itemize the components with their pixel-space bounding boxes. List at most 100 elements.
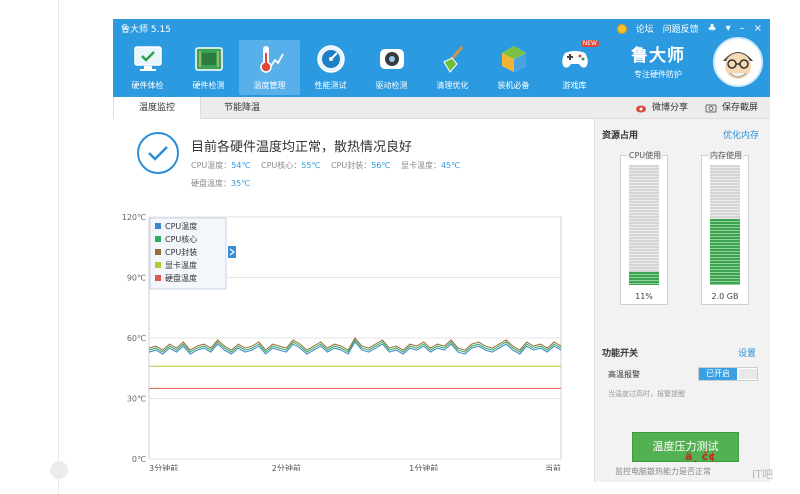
features-title: 功能开关 [602, 349, 639, 359]
nav-label: 硬件体检 [131, 81, 164, 90]
memory-usage-bar [710, 165, 740, 285]
medal-icon[interactable] [616, 23, 627, 34]
tab-strip: 温度监控 节能降温 微博分享 保存截屏 [113, 97, 770, 119]
alarm-hint: 当温度过高时，报警提醒 [608, 390, 685, 398]
nav-label: 温度管理 [253, 81, 286, 90]
nav-temperature[interactable]: 温度管理 [239, 40, 300, 95]
app-title: 鲁大师 5.15 [121, 25, 171, 35]
toggle-knob [739, 369, 757, 379]
weibo-share-button[interactable]: 微博分享 [635, 97, 688, 119]
y-tick-label: 60℃ [127, 334, 146, 343]
nav-label: 清理优化 [436, 81, 469, 90]
top-links: 论坛 问题反馈 ♣ ▾ – × [616, 22, 762, 35]
menu-dropdown-icon[interactable]: ▾ [726, 23, 731, 34]
main-nav: 硬件体检 硬件检测 温度管理 性能测试 驱动检测 清理优化 装机必备 NEW 游… [117, 40, 605, 95]
monitor-description: 监控电脑散热能力是否正常 [615, 467, 711, 476]
x-tick-label: 1分钟前 [409, 463, 438, 471]
app-window: 鲁大师 5.15 论坛 问题反馈 ♣ ▾ – × 硬件体检 硬件检测 温度管理 … [113, 19, 770, 482]
memory-usage-value: 2.0 GB [711, 292, 739, 301]
monitor-check-icon [131, 42, 165, 76]
y-tick-label: 0℃ [132, 455, 146, 464]
skin-icon[interactable]: ♣ [708, 23, 717, 34]
temperature-metrics: CPU温度：54℃ CPU核心：55℃ CPU封装：56℃ 显卡温度：45℃ 硬… [191, 157, 491, 193]
minimize-button[interactable]: – [740, 23, 745, 34]
legend-swatch [155, 249, 161, 255]
nav-hardware-checkup[interactable]: 硬件体检 [117, 40, 178, 95]
status-headline: 目前各硬件温度均正常，散热情况良好 [191, 140, 413, 155]
metric-cpu-temp: CPU温度：54℃ [191, 161, 251, 170]
new-badge: NEW [580, 40, 599, 47]
memory-usage-meter: 内存使用 2.0 GB [701, 151, 749, 305]
nav-label: 硬件检测 [192, 81, 225, 90]
nav-performance[interactable]: 性能测试 [300, 40, 361, 95]
legend-swatch [155, 236, 161, 242]
nav-game-library[interactable]: NEW 游戏库 [544, 40, 605, 95]
thermometer-icon [253, 42, 287, 76]
cpu-usage-value: 11% [635, 292, 653, 301]
nav-cleanup[interactable]: 清理优化 [422, 40, 483, 95]
mascot-avatar[interactable] [713, 37, 763, 87]
status-check-icon [137, 132, 179, 174]
legend-label: CPU核心 [165, 234, 197, 244]
nav-hardware-detect[interactable]: 硬件检测 [178, 40, 239, 95]
driver-gear-icon [375, 42, 409, 76]
save-screenshot-label: 保存截屏 [722, 103, 759, 113]
x-tick-label: 3分钟前 [149, 463, 178, 471]
y-tick-label: 120℃ [122, 213, 146, 222]
legend-swatch [155, 262, 161, 268]
legend-swatch [155, 275, 161, 281]
metric-cpu-core: CPU核心：55℃ [260, 161, 321, 170]
cpu-usage-bar [629, 165, 659, 285]
brand-name: 鲁大师 [631, 46, 685, 66]
memory-usage-label: 内存使用 [708, 151, 744, 160]
metric-cpu-package: CPU封装：56℃ [330, 161, 391, 170]
temperature-chart: 0℃ 30℃ 60℃ 90℃ 120℃ 3分钟前 2分钟前 1分钟前 当前 CPU温度 CPU核心 C… [122, 213, 562, 471]
save-screenshot-button[interactable]: 保存截屏 [705, 97, 758, 119]
close-button[interactable]: × [754, 23, 762, 34]
nav-essentials[interactable]: 装机必备 [483, 40, 544, 95]
optimize-memory-link[interactable]: 优化内存 [723, 128, 759, 141]
brand-block: 鲁大师 专注硬件防护 [631, 41, 685, 80]
nav-label: 驱动检测 [375, 81, 408, 90]
top-bar: 鲁大师 5.15 论坛 问题反馈 ♣ ▾ – × 硬件体检 硬件检测 温度管理 … [113, 19, 770, 97]
feedback-link[interactable]: 问题反馈 [663, 22, 699, 35]
weibo-share-label: 微博分享 [652, 103, 689, 113]
tab-temperature-monitor[interactable]: 温度监控 [113, 97, 201, 119]
broom-icon [436, 42, 470, 76]
resources-title: 资源占用 [602, 131, 639, 141]
nav-label: 装机必备 [497, 81, 530, 90]
page-dot [50, 461, 68, 479]
cpu-usage-meter: CPU使用 11% [620, 151, 668, 305]
legend-label: 硬盘温度 [165, 273, 197, 283]
tab-energy-saving[interactable]: 节能降温 [201, 97, 283, 119]
right-panel: 资源占用 优化内存 CPU使用 11% 内存使用 2.0 GB 功能开关 设置 … [594, 119, 770, 482]
y-tick-label: 90℃ [127, 274, 146, 283]
x-tick-label: 当前 [545, 463, 561, 471]
gamepad-icon [558, 42, 592, 76]
page-edge [58, 0, 59, 494]
forum-link[interactable]: 论坛 [636, 22, 654, 35]
cpu-usage-label: CPU使用 [626, 151, 664, 160]
y-tick-label: 30℃ [127, 395, 146, 404]
settings-link[interactable]: 设置 [738, 346, 756, 359]
nav-label: 性能测试 [314, 81, 347, 90]
high-temp-alarm-toggle[interactable]: 已开启 [698, 367, 758, 381]
metric-disk-temp: 硬盘温度：35℃ [191, 179, 251, 188]
speedometer-icon [314, 42, 348, 76]
nav-driver-detect[interactable]: 驱动检测 [361, 40, 422, 95]
camera-icon [705, 104, 717, 113]
overlay-characters: ä¸ č¢ [685, 450, 716, 463]
legend-label: CPU温度 [165, 221, 197, 231]
nav-label: 游戏库 [562, 81, 587, 90]
legend-label: 显卡温度 [165, 260, 197, 270]
metric-gpu-temp: 显卡温度：45℃ [400, 161, 461, 170]
weibo-icon [636, 105, 646, 113]
legend-swatch [155, 223, 161, 229]
package-cube-icon [497, 42, 531, 76]
legend-label: CPU封装 [165, 247, 197, 257]
memory-usage-fill [710, 219, 740, 285]
brand-slogan: 专注硬件防护 [634, 70, 682, 79]
high-temp-alarm-label: 高温报警 [608, 370, 640, 379]
watermark: IT吧 [752, 468, 773, 481]
cpu-usage-fill [629, 271, 659, 285]
